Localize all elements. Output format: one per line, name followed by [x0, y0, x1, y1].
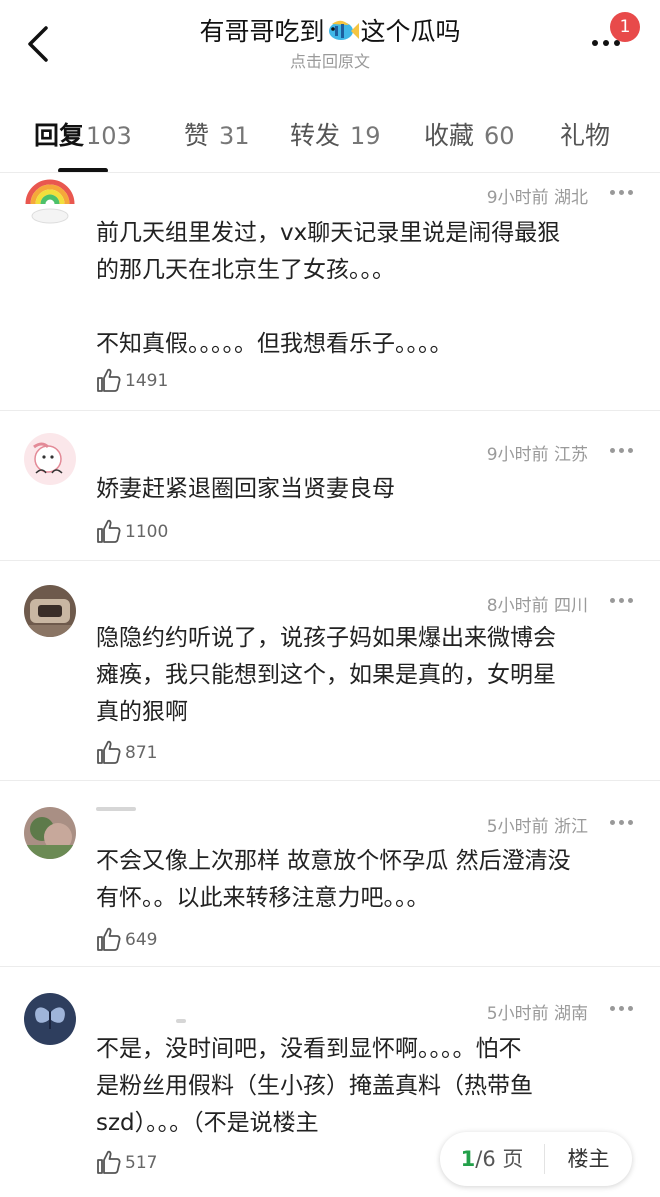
- comment-text: 娇妻赶紧退圈回家当贤妻良母: [96, 471, 636, 508]
- comment-location: 江苏: [554, 445, 588, 465]
- tab-likes[interactable]: 赞 31: [184, 116, 250, 152]
- like-button[interactable]: 1491: [96, 367, 186, 395]
- tab-label: 赞: [184, 121, 210, 150]
- like-count: 871: [125, 743, 158, 763]
- post-title-prefix: 有哥哥吃到: [199, 17, 325, 46]
- comment-meta: 9小时前 湖北: [487, 183, 588, 208]
- title-area: 有哥哥吃到 这个瓜吗 点击回原文: [120, 14, 540, 72]
- tab-label: 回复: [34, 121, 85, 150]
- thumbs-up-icon: [97, 927, 121, 951]
- comment-line: 是粉丝用假料（生小孩）掩盖真料（热带鱼: [96, 1073, 533, 1099]
- comment-time: 5小时前: [486, 1004, 549, 1024]
- comment-line: 不会又像上次那样 故意放个怀孕瓜 然后澄清没: [96, 848, 571, 874]
- comment-item: 9小时前 江苏 娇妻赶紧退圈回家当贤妻良母 1100: [0, 411, 660, 560]
- comment-text: 隐隐约约听说了，说孩子妈如果爆出来微博会 瘫痪，我只能想到这个，如果是真的，女明…: [96, 620, 636, 731]
- like-button[interactable]: 871: [96, 739, 186, 767]
- comment-more-icon[interactable]: [608, 594, 636, 608]
- thumbs-up-icon: [97, 368, 121, 392]
- avatar[interactable]: [24, 993, 76, 1045]
- like-button[interactable]: 1100: [96, 518, 186, 546]
- comment-more-icon[interactable]: [608, 1002, 636, 1016]
- comment-line: 的那几天在北京生了女孩。。。: [96, 257, 395, 283]
- tab-count: 103: [86, 122, 132, 150]
- back-to-original-link[interactable]: 点击回原文: [120, 52, 540, 72]
- comment-line: 有怀。。以此来转移注意力吧。。。: [96, 885, 430, 911]
- post-title-suffix: 这个瓜吗: [360, 17, 461, 46]
- comment-line: 娇妻赶紧退圈回家当贤妻良母: [96, 476, 395, 502]
- comment-item: 9小时前 湖北 前几天组里发过，vx聊天记录里说是闹得最狠 的那几天在北京生了女…: [0, 172, 660, 410]
- like-button[interactable]: 517: [96, 1149, 186, 1177]
- tab-label: 转发: [290, 121, 341, 150]
- comment-line: [96, 289, 636, 326]
- comment-line: 不是，没时间吧，没看到显怀啊。。。。怕不: [96, 1036, 522, 1062]
- avatar[interactable]: [24, 433, 76, 485]
- tab-favorites[interactable]: 收藏 60: [424, 116, 515, 152]
- thumbs-up-icon: [97, 519, 121, 543]
- tab-bar: 回复103 赞 31 转发 19 收藏 60 礼物: [0, 100, 660, 173]
- page-indicator[interactable]: 1/6 页: [440, 1132, 544, 1186]
- tab-count: 60: [483, 122, 515, 150]
- like-count: 649: [125, 930, 158, 950]
- comment-line: 隐隐约约听说了，说孩子妈如果爆出来微博会: [96, 625, 556, 651]
- comment-meta: 9小时前 江苏: [487, 440, 588, 465]
- comment-meta: 8小时前 四川: [487, 591, 588, 616]
- top-bar: 有哥哥吃到 这个瓜吗 点击回原文 1: [0, 0, 660, 86]
- comment-text: 不是，没时间吧，没看到显怀啊。。。。怕不 是粉丝用假料（生小孩）掩盖真料（热带鱼…: [96, 1031, 636, 1142]
- tab-count: 31: [218, 122, 250, 150]
- tab-replies[interactable]: 回复103: [34, 116, 132, 152]
- comment-line: 不知真假。。。。。但我想看乐子。。。。: [96, 331, 453, 357]
- comment-line: 前几天组里发过，vx聊天记录里说是闹得最狠: [96, 220, 561, 246]
- comment-location: 浙江: [554, 817, 588, 837]
- floating-pager: 1/6 页 楼主: [440, 1132, 632, 1186]
- comment-text: 不会又像上次那样 故意放个怀孕瓜 然后澄清没 有怀。。以此来转移注意力吧。。。: [96, 843, 636, 917]
- comment-time: 9小时前: [486, 188, 549, 208]
- op-only-button[interactable]: 楼主: [545, 1132, 632, 1186]
- comment-meta: 5小时前 湖南: [487, 999, 588, 1024]
- avatar[interactable]: [24, 807, 76, 859]
- tab-gifts[interactable]: 礼物: [560, 116, 610, 152]
- fish-emoji-icon: [327, 18, 359, 44]
- comment-location: 四川: [554, 596, 588, 616]
- tab-count: 19: [349, 122, 381, 150]
- comment-time: 8小时前: [486, 596, 549, 616]
- comment-line: 瘫痪，我只能想到这个，如果是真的，女明星: [96, 662, 556, 688]
- comment-location: 湖南: [554, 1004, 588, 1024]
- post-title: 有哥哥吃到 这个瓜吗: [120, 14, 540, 50]
- page-total: /6 页: [475, 1147, 524, 1171]
- redacted-username: [96, 807, 136, 811]
- comment-item: 5小时前 浙江 不会又像上次那样 故意放个怀孕瓜 然后澄清没 有怀。。以此来转移…: [0, 781, 660, 966]
- back-arrow-icon[interactable]: [22, 22, 56, 66]
- like-count: 517: [125, 1153, 158, 1173]
- comment-text: 前几天组里发过，vx聊天记录里说是闹得最狠 的那几天在北京生了女孩。。。 不知真…: [96, 215, 636, 363]
- comment-location: 湖北: [554, 188, 588, 208]
- tab-label: 礼物: [560, 121, 611, 150]
- like-button[interactable]: 649: [96, 926, 186, 954]
- notification-badge: 1: [610, 12, 640, 42]
- avatar[interactable]: [24, 178, 76, 230]
- comment-more-icon[interactable]: [608, 186, 636, 200]
- comment-meta: 5小时前 浙江: [487, 812, 588, 837]
- like-count: 1491: [125, 371, 169, 391]
- comment-item: 8小时前 四川 隐隐约约听说了，说孩子妈如果爆出来微博会 瘫痪，我只能想到这个，…: [0, 561, 660, 780]
- comment-time: 9小时前: [486, 445, 549, 465]
- redacted-username: [176, 1019, 186, 1023]
- like-count: 1100: [125, 522, 169, 542]
- tab-label: 收藏: [424, 121, 475, 150]
- comment-line: 真的狠啊: [96, 699, 188, 725]
- avatar[interactable]: [24, 585, 76, 637]
- comment-more-icon[interactable]: [608, 444, 636, 458]
- thumbs-up-icon: [97, 1150, 121, 1174]
- current-page: 1: [460, 1147, 476, 1171]
- comment-more-icon[interactable]: [608, 816, 636, 830]
- thumbs-up-icon: [97, 740, 121, 764]
- comment-time: 5小时前: [486, 817, 549, 837]
- tab-reposts[interactable]: 转发 19: [290, 116, 381, 152]
